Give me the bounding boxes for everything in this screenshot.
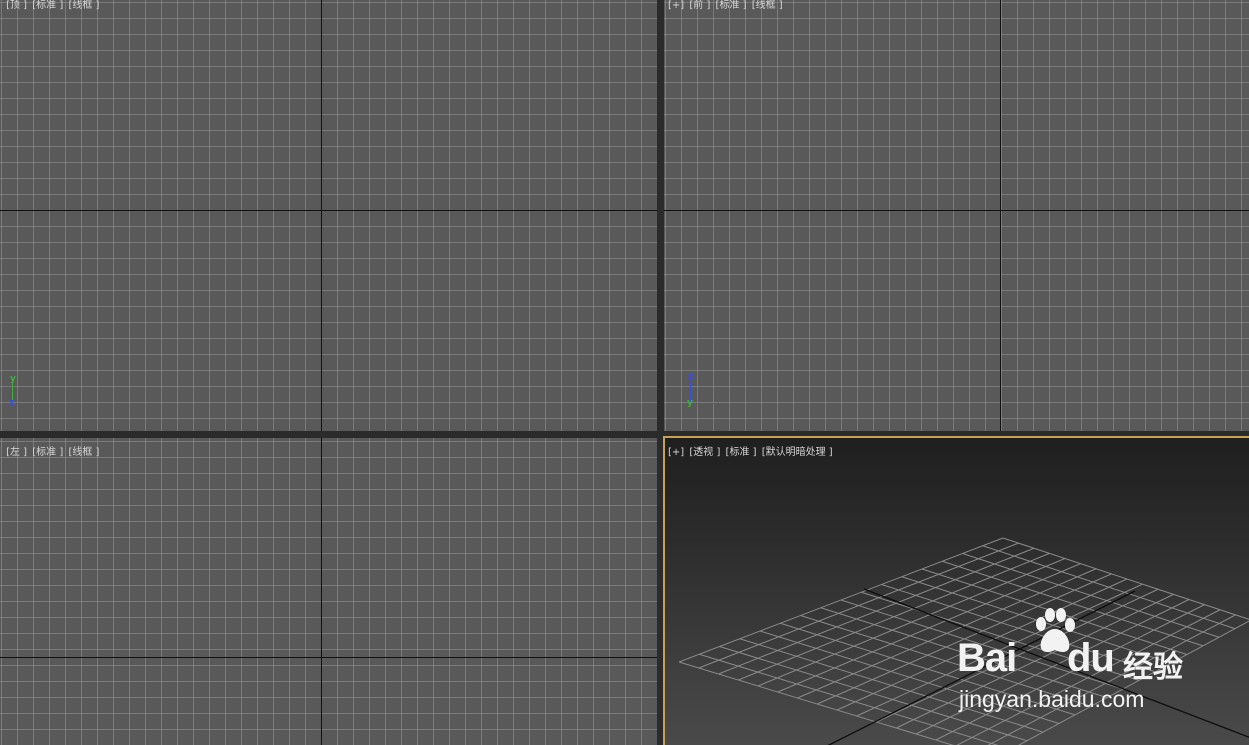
- world-axis-horizontal: [0, 210, 657, 211]
- viewport-menu-pov[interactable]: [顶 ]: [6, 0, 27, 11]
- axis-x-line: [690, 403, 716, 404]
- viewport-label-front: [+] [前 ] [标准 ] [线框 ]: [668, 0, 785, 12]
- axis-gizmo: y z: [9, 374, 49, 410]
- viewport-left[interactable]: ] [左 ] [标准 ] [线框 ]: [0, 438, 657, 745]
- viewport-top[interactable]: ] [顶 ] [标准 ] [线框 ] y z: [0, 0, 657, 431]
- viewport-menu-standard[interactable]: [标准 ]: [32, 0, 63, 11]
- world-axis-vertical: [321, 438, 322, 745]
- world-axis-vertical: [1000, 0, 1001, 431]
- viewport-menu-plus[interactable]: [+]: [668, 447, 684, 458]
- axis-y-label: y: [10, 374, 16, 384]
- viewport-menu-plus[interactable]: ]: [0, 0, 1, 11]
- viewport-menu-shading[interactable]: [线框 ]: [752, 0, 783, 11]
- watermark-jingyan: 经验: [1123, 650, 1183, 685]
- axis-x-line: [12, 403, 38, 404]
- viewport-menu-pov[interactable]: [前 ]: [689, 0, 710, 11]
- world-axis-horizontal: [0, 657, 657, 658]
- viewport-menu-shading[interactable]: [线框 ]: [68, 447, 99, 458]
- world-axis-horizontal: [664, 210, 1249, 211]
- viewport-menu-standard[interactable]: [标准 ]: [726, 447, 757, 458]
- viewport-menu-plus[interactable]: [+]: [668, 0, 684, 11]
- viewport-menu-shading[interactable]: [默认明暗处理 ]: [762, 447, 833, 458]
- baidu-jingyan-watermark: Bai du 经验 jingyan.baidu.com: [957, 608, 1187, 718]
- viewport-menu-standard[interactable]: [标准 ]: [32, 447, 63, 458]
- watermark-du: du: [1067, 636, 1115, 680]
- viewport-menu-pov[interactable]: [透视 ]: [689, 447, 720, 458]
- axis-y-label: y: [687, 398, 693, 408]
- viewport-menu-standard[interactable]: [标准 ]: [716, 0, 747, 11]
- viewport-menu-pov[interactable]: [左 ]: [6, 447, 27, 458]
- axis-z-label: z: [9, 398, 15, 408]
- viewport-front[interactable]: [+] [前 ] [标准 ] [线框 ] z y: [664, 0, 1249, 431]
- watermark-url: jingyan.baidu.com: [959, 686, 1145, 712]
- viewport-label-left: ] [左 ] [标准 ] [线框 ]: [0, 447, 101, 459]
- world-axis-vertical: [321, 0, 322, 431]
- axis-z-label: z: [688, 372, 694, 382]
- viewport-label-top: ] [顶 ] [标准 ] [线框 ]: [0, 0, 101, 12]
- viewport-menu-plus[interactable]: ]: [0, 447, 1, 458]
- axis-gizmo: z y: [687, 372, 727, 410]
- watermark-bai: Bai: [957, 636, 1017, 680]
- viewport-menu-shading[interactable]: [线框 ]: [68, 0, 99, 11]
- viewport-label-perspective: [+] [透视 ] [标准 ] [默认明暗处理 ]: [668, 447, 835, 459]
